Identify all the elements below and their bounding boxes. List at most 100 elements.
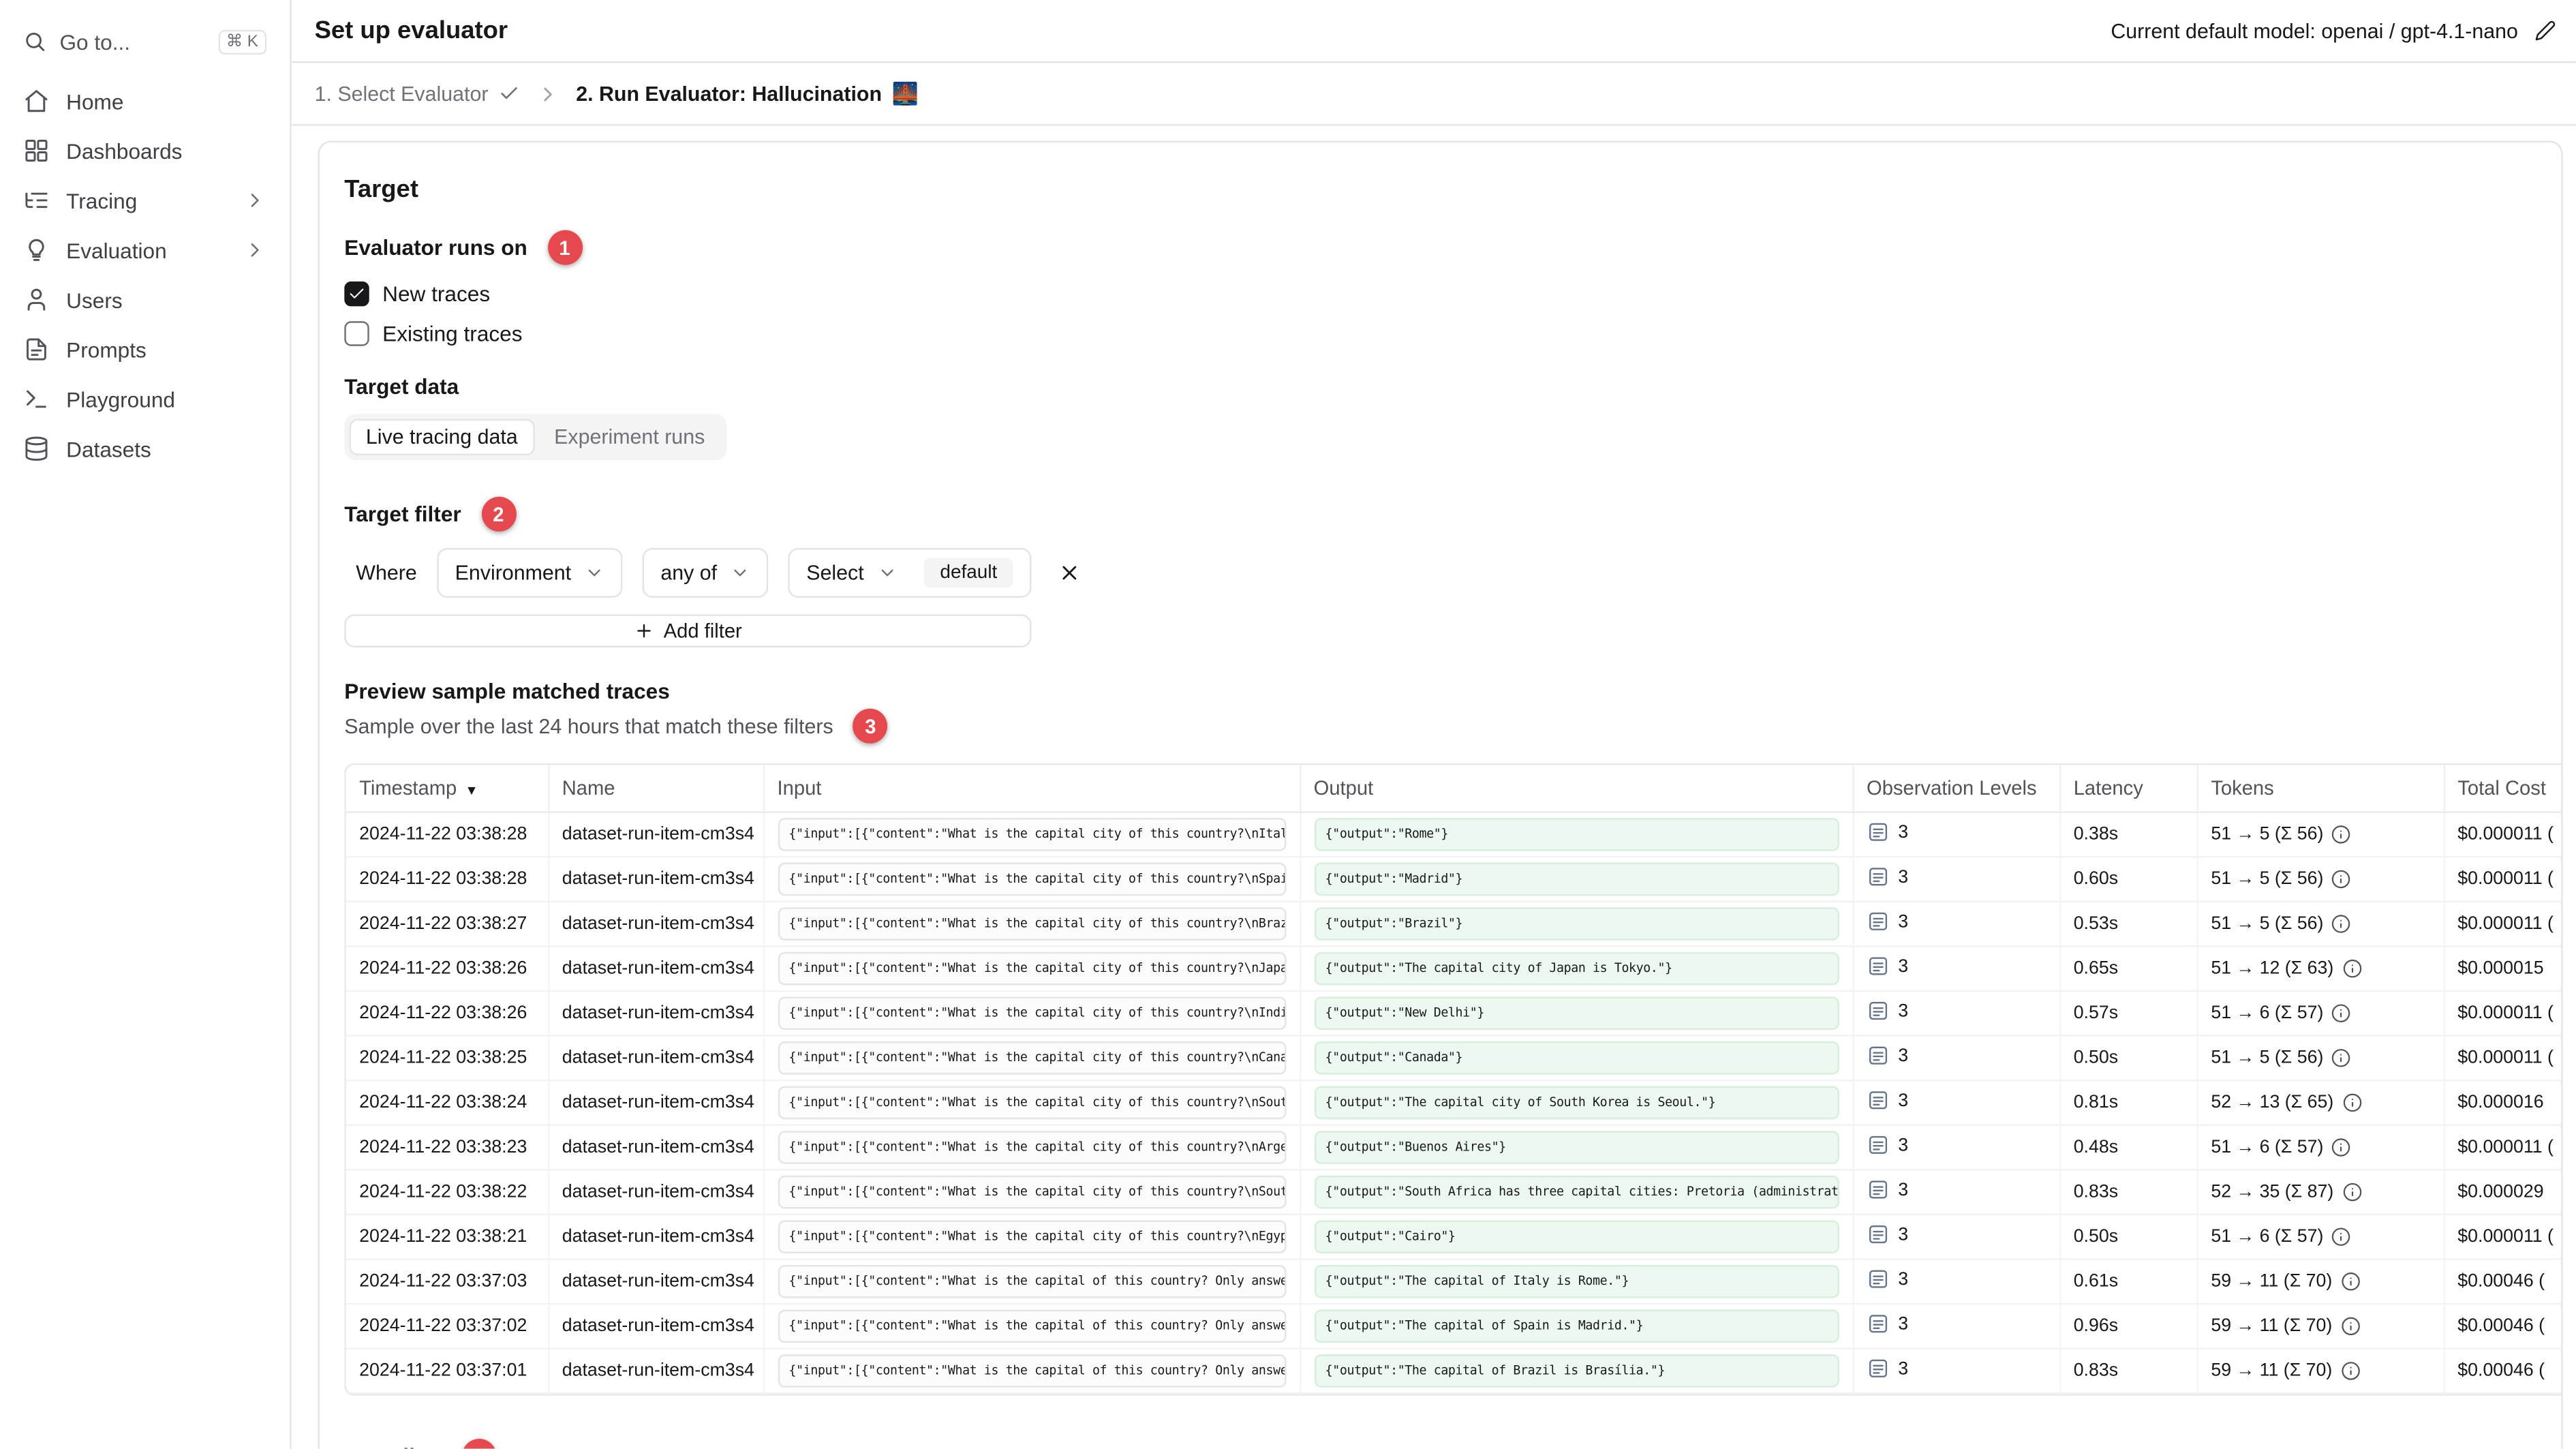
- cell-observation-levels: 3: [1852, 1348, 2061, 1394]
- cell-output: {"output":"The capital of Spain is Madri…: [1300, 1304, 1854, 1349]
- output-preview[interactable]: {"output":"Canada"}: [1313, 1041, 1839, 1075]
- tab-live-tracing-data[interactable]: Live tracing data: [349, 418, 535, 456]
- table-row[interactable]: 2024-11-22 03:38:23 dataset-run-item-cm3s…: [346, 1125, 2562, 1171]
- checkbox-existing-traces[interactable]: Existing traces: [344, 321, 2536, 346]
- sidebar-item-datasets[interactable]: Datasets: [0, 424, 290, 474]
- cell-timestamp: 2024-11-22 03:38:27: [346, 901, 549, 947]
- column-header-total-cost[interactable]: Total Cost: [2443, 765, 2562, 813]
- edit-model-button[interactable]: [2531, 16, 2559, 44]
- input-preview[interactable]: {"input":[{"content":"What is the capita…: [777, 1264, 1286, 1298]
- info-icon: [2332, 1138, 2351, 1157]
- output-preview[interactable]: {"output":"The capital of Spain is Madri…: [1313, 1309, 1839, 1343]
- input-preview[interactable]: {"input":[{"content":"What is the capita…: [777, 818, 1286, 851]
- add-filter-button[interactable]: Add filter: [344, 614, 1032, 647]
- input-preview[interactable]: {"input":[{"content":"What is the capita…: [777, 1131, 1286, 1164]
- input-preview[interactable]: {"input":[{"content":"What is the capita…: [777, 1354, 1286, 1388]
- table-row[interactable]: 2024-11-22 03:38:28 dataset-run-item-cm3s…: [346, 812, 2562, 858]
- sidebar-item-label: Dashboards: [66, 138, 183, 164]
- column-header-input[interactable]: Input: [763, 765, 1301, 813]
- table-row[interactable]: 2024-11-22 03:38:21 dataset-run-item-cm3s…: [346, 1214, 2562, 1260]
- table-row[interactable]: 2024-11-22 03:38:24 dataset-run-item-cm3s…: [346, 1080, 2562, 1126]
- output-preview[interactable]: {"output":"Buenos Aires"}: [1313, 1131, 1839, 1164]
- table-row[interactable]: 2024-11-22 03:37:03 dataset-run-item-cm3s…: [346, 1259, 2562, 1305]
- table-row[interactable]: 2024-11-22 03:38:27 dataset-run-item-cm3s…: [346, 901, 2562, 947]
- output-preview[interactable]: {"output":"Rome"}: [1313, 818, 1839, 851]
- column-header-tokens[interactable]: Tokens: [2196, 765, 2444, 813]
- input-preview[interactable]: {"input":[{"content":"What is the capita…: [777, 907, 1286, 941]
- cell-name: dataset-run-item-cm3s4: [548, 901, 765, 947]
- output-preview[interactable]: {"output":"Brazil"}: [1313, 907, 1839, 941]
- cell-total-cost: $0.000015: [2443, 946, 2562, 992]
- column-header-latency[interactable]: Latency: [2059, 765, 2198, 813]
- cell-input: {"input":[{"content":"What is the capita…: [763, 946, 1301, 992]
- output-preview[interactable]: {"output":"The capital city of Japan is …: [1313, 951, 1839, 986]
- cell-output: {"output":"The capital of Italy is Rome.…: [1300, 1259, 1854, 1305]
- input-preview[interactable]: {"input":[{"content":"What is the capita…: [777, 1175, 1286, 1209]
- cell-input: {"input":[{"content":"What is the capita…: [763, 1125, 1301, 1171]
- cell-name: dataset-run-item-cm3s4: [548, 1259, 765, 1305]
- cell-observation-levels: 3: [1852, 946, 2061, 992]
- output-preview[interactable]: {"output":"The capital of Italy is Rome.…: [1313, 1264, 1839, 1298]
- cell-timestamp: 2024-11-22 03:38:25: [346, 1035, 549, 1082]
- annotation-badge-2: 2: [480, 496, 516, 532]
- cell-output: {"output":"Madrid"}: [1300, 857, 1854, 902]
- sidebar-item-label: Prompts: [66, 337, 147, 362]
- table-row[interactable]: 2024-11-22 03:37:02 dataset-run-item-cm3s…: [346, 1304, 2562, 1349]
- checkbox-label: New traces: [382, 281, 491, 307]
- cell-name: dataset-run-item-cm3s4: [548, 1304, 765, 1349]
- sidebar-item-dashboards[interactable]: Dashboards: [0, 126, 290, 176]
- goto-search[interactable]: Go to... ⌘ K: [16, 20, 273, 63]
- step-select-evaluator[interactable]: 1. Select Evaluator: [315, 82, 520, 105]
- output-preview[interactable]: {"output":"Madrid"}: [1313, 862, 1839, 896]
- column-header-name[interactable]: Name: [548, 765, 765, 813]
- target-filter-row-label: Target filter 2: [344, 496, 2536, 532]
- input-preview[interactable]: {"input":[{"content":"What is the capita…: [777, 1220, 1286, 1253]
- output-preview[interactable]: {"output":"New Delhi"}: [1313, 996, 1839, 1031]
- sidebar-item-tracing[interactable]: Tracing: [0, 176, 290, 226]
- output-preview[interactable]: {"output":"The capital of Brazil is Bras…: [1313, 1354, 1839, 1388]
- evaluator-emoji: 🌉: [891, 80, 919, 106]
- chevron-right-icon: [544, 87, 552, 101]
- filter-column-select[interactable]: Environment: [436, 548, 623, 598]
- cell-total-cost: $0.00046 (: [2443, 1348, 2562, 1394]
- filter-column-value: Environment: [455, 561, 572, 585]
- input-preview[interactable]: {"input":[{"content":"What is the capita…: [777, 951, 1286, 986]
- tab-experiment-runs[interactable]: Experiment runs: [538, 419, 722, 455]
- filter-operator-value: any of: [660, 561, 718, 585]
- output-preview[interactable]: {"output":"South Africa has three capita…: [1313, 1175, 1839, 1209]
- input-preview[interactable]: {"input":[{"content":"What is the capita…: [777, 1086, 1286, 1120]
- table-row[interactable]: 2024-11-22 03:37:01 dataset-run-item-cm3s…: [346, 1348, 2562, 1394]
- column-header-observation-levels[interactable]: Observation Levels: [1852, 765, 2061, 813]
- cell-output: {"output":"Brazil"}: [1300, 901, 1854, 947]
- filter-value-select[interactable]: Select default: [788, 548, 1032, 598]
- table-row[interactable]: 2024-11-22 03:38:22 dataset-run-item-cm3s…: [346, 1170, 2562, 1216]
- remove-filter-button[interactable]: [1055, 558, 1085, 588]
- input-preview[interactable]: {"input":[{"content":"What is the capita…: [777, 1041, 1286, 1075]
- table-row[interactable]: 2024-11-22 03:38:28 dataset-run-item-cm3s…: [346, 857, 2562, 902]
- input-preview[interactable]: {"input":[{"content":"What is the capita…: [777, 1309, 1286, 1343]
- sidebar-item-users[interactable]: Users: [0, 275, 290, 324]
- table-row[interactable]: 2024-11-22 03:38:26 dataset-run-item-cm3s…: [346, 990, 2562, 1037]
- filter-value-placeholder: Select: [806, 561, 864, 585]
- sidebar-item-evaluation[interactable]: Evaluation: [0, 225, 290, 275]
- levels-icon: [1868, 1359, 1886, 1377]
- target-card: Target Evaluator runs on 1 New traces Exi…: [318, 140, 2563, 1449]
- output-preview[interactable]: {"output":"The capital city of South Kor…: [1313, 1086, 1839, 1120]
- cell-latency: 0.81s: [2059, 1080, 2198, 1126]
- sidebar-item-home[interactable]: Home: [0, 76, 290, 126]
- table-row[interactable]: 2024-11-22 03:38:25 dataset-run-item-cm3s…: [346, 1035, 2562, 1082]
- column-header-output[interactable]: Output: [1300, 765, 1854, 813]
- input-preview[interactable]: {"input":[{"content":"What is the capita…: [777, 996, 1286, 1031]
- column-header-timestamp[interactable]: Timestamp ▼: [346, 765, 549, 813]
- output-preview[interactable]: {"output":"Cairo"}: [1313, 1220, 1839, 1253]
- sidebar-item-prompts[interactable]: Prompts: [0, 324, 290, 374]
- filter-operator-select[interactable]: any of: [642, 548, 769, 598]
- cell-tokens: 59 → 11 (Σ 70): [2196, 1259, 2444, 1305]
- input-preview[interactable]: {"input":[{"content":"What is the capita…: [777, 862, 1286, 896]
- evaluator-runs-on-row: Evaluator runs on 1: [344, 230, 2536, 265]
- cell-observation-levels: 3: [1852, 1170, 2061, 1216]
- table-row[interactable]: 2024-11-22 03:38:26 dataset-run-item-cm3s…: [346, 946, 2562, 992]
- cell-output: {"output":"The capital city of South Kor…: [1300, 1080, 1854, 1126]
- sidebar-item-playground[interactable]: Playground: [0, 374, 290, 424]
- checkbox-new-traces[interactable]: New traces: [344, 281, 2536, 307]
